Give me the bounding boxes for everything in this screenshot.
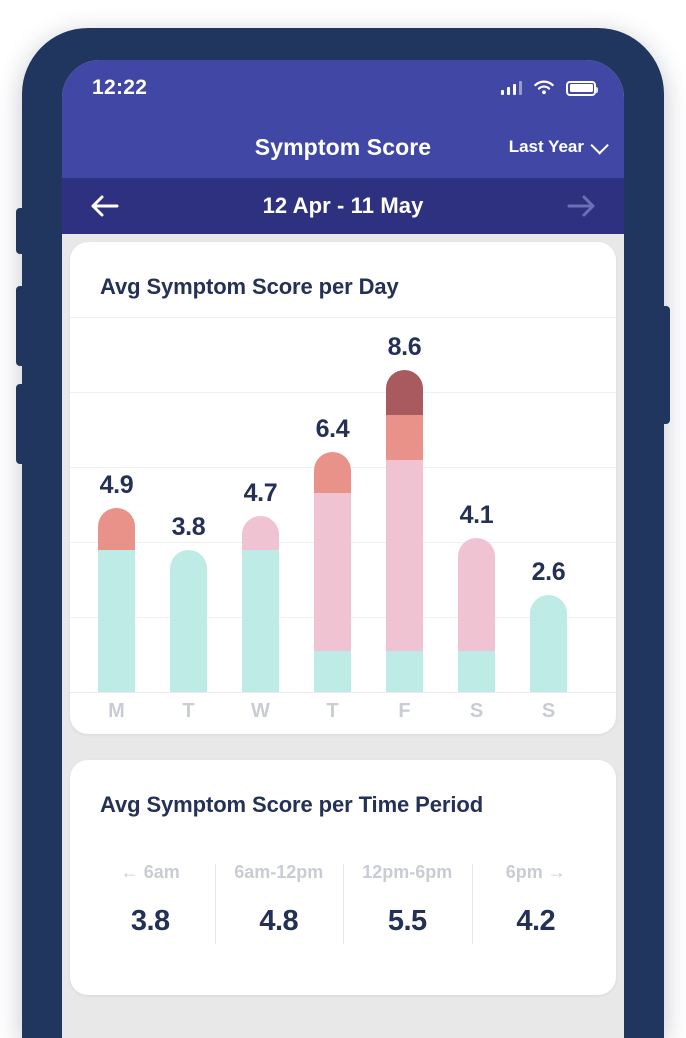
- time-period-row: ← 6am 3.8 6am-12pm 4.8 12pm-6pm 5.5 6pm → 4.2: [70, 818, 616, 944]
- time-period-label: 12pm-6pm: [362, 862, 453, 882]
- daily-chart-title: Avg Symptom Score per Day: [100, 274, 399, 299]
- phone-frame: 12:22 Symptom Score Last Year 12 Apr - 1…: [16, 28, 670, 1038]
- period-selector[interactable]: Last Year: [508, 135, 609, 157]
- bar-segment-pink: [314, 493, 351, 651]
- time-period-value: 4.8: [259, 905, 299, 937]
- bar-segment-mint: [170, 549, 207, 692]
- bar-column[interactable]: 4.7: [242, 479, 279, 692]
- bar-column[interactable]: 6.4: [314, 415, 351, 692]
- date-nav-bar: 12 Apr - 11 May: [62, 178, 624, 234]
- bar-value-label: 6.4: [315, 415, 350, 443]
- bar-column[interactable]: 3.8: [170, 513, 207, 692]
- time-period-value: 5.5: [387, 905, 427, 937]
- bar-chart[interactable]: 4.9 3.8 4.7 6.4 8.6 4.1 2.6: [70, 317, 616, 693]
- stacked-bar: [458, 538, 495, 692]
- chart-bars: 4.9 3.8 4.7 6.4 8.6 4.1 2.6: [70, 317, 616, 692]
- bar-segment-mint: [242, 549, 279, 692]
- time-period-cell[interactable]: 6pm → 4.2: [471, 862, 601, 944]
- bar-segment-salmon: [314, 452, 351, 494]
- gridline: [70, 692, 616, 693]
- chevron-down-icon: [590, 135, 609, 155]
- stacked-bar: [242, 515, 279, 692]
- bar-value-label: 8.6: [387, 332, 422, 361]
- screenshot-stage: 12:22 Symptom Score Last Year 12 Apr - 1…: [0, 0, 686, 1038]
- power-button[interactable]: [662, 306, 670, 424]
- time-period-label: 6pm →: [505, 862, 566, 882]
- next-period-button[interactable]: [564, 193, 598, 219]
- bar-segment-mint: [386, 650, 423, 692]
- bar-column[interactable]: 8.6: [386, 333, 423, 692]
- bar-segment-salmon: [98, 508, 135, 550]
- bar-segment-pink: [242, 515, 279, 550]
- day-axis-label: S: [469, 700, 484, 722]
- bar-segment-mint: [458, 650, 495, 692]
- status-icons: [500, 80, 598, 96]
- arrow-right-icon: [567, 195, 595, 217]
- stacked-bar: [314, 452, 351, 692]
- stacked-bar: [386, 369, 423, 692]
- day-axis-label: M: [108, 700, 125, 722]
- volume-down-button[interactable]: [16, 384, 24, 464]
- phone-screen: 12:22 Symptom Score Last Year 12 Apr - 1…: [62, 60, 624, 1038]
- day-axis-label: T: [182, 700, 195, 722]
- bar-column[interactable]: 2.6: [530, 558, 567, 692]
- prev-period-button[interactable]: [88, 193, 122, 219]
- bar-value-label: 2.6: [531, 557, 566, 586]
- day-axis-label: F: [398, 700, 411, 722]
- bar-column[interactable]: 4.1: [458, 501, 495, 692]
- bar-value-label: 4.7: [243, 478, 278, 507]
- bar-value-label: 4.1: [459, 501, 494, 530]
- day-axis-label: T: [326, 700, 339, 722]
- bar-segment-mint: [314, 650, 351, 692]
- date-range-label: 12 Apr - 11 May: [262, 193, 424, 218]
- battery-icon: [566, 80, 598, 96]
- app-header: Symptom Score Last Year: [62, 116, 624, 178]
- page-title: Symptom Score: [254, 133, 432, 160]
- bar-column[interactable]: 4.9: [98, 471, 135, 692]
- period-selector-label: Last Year: [508, 137, 584, 156]
- time-period-card: Avg Symptom Score per Time Period ← 6am 3…: [70, 760, 616, 995]
- daily-score-card: Avg Symptom Score per Day 4.9 3.8 4.7 6.4 8.…: [70, 242, 616, 734]
- bar-segment-salmon: [386, 414, 423, 460]
- time-period-cell[interactable]: 6am-12pm 4.8: [214, 862, 344, 944]
- time-period-cell[interactable]: 12pm-6pm 5.5: [343, 862, 472, 944]
- stacked-bar: [98, 508, 135, 692]
- time-period-label: ← 6am: [120, 862, 180, 882]
- bar-value-label: 3.8: [171, 512, 206, 541]
- status-clock: 12:22: [92, 76, 148, 99]
- stacked-bar: [530, 594, 567, 692]
- day-axis-label: W: [251, 700, 270, 722]
- time-period-title: Avg Symptom Score per Time Period: [100, 792, 484, 817]
- mute-switch-button[interactable]: [16, 208, 24, 254]
- time-period-cell[interactable]: ← 6am 3.8: [86, 862, 215, 938]
- status-bar: 12:22: [62, 60, 624, 116]
- bar-segment-pink: [458, 538, 495, 651]
- arrow-left-icon: [91, 195, 119, 217]
- wifi-icon: [534, 80, 554, 95]
- stacked-bar: [170, 549, 207, 692]
- bar-segment-pink: [386, 459, 423, 651]
- bar-value-label: 4.9: [99, 471, 134, 500]
- time-period-label: 6am-12pm: [234, 862, 324, 882]
- volume-up-button[interactable]: [16, 286, 24, 366]
- time-period-value: 4.2: [516, 905, 556, 937]
- bar-segment-mint: [98, 549, 135, 692]
- bar-segment-dark_red: [386, 369, 423, 415]
- scroll-content[interactable]: Avg Symptom Score per Day 4.9 3.8 4.7 6.4 8.…: [62, 234, 624, 1038]
- chart-day-axis: MTWTFSS: [70, 700, 616, 730]
- time-period-value: 3.8: [130, 905, 170, 937]
- bar-segment-mint: [530, 594, 567, 692]
- signal-bars-icon: [500, 81, 522, 95]
- day-axis-label: S: [541, 700, 556, 722]
